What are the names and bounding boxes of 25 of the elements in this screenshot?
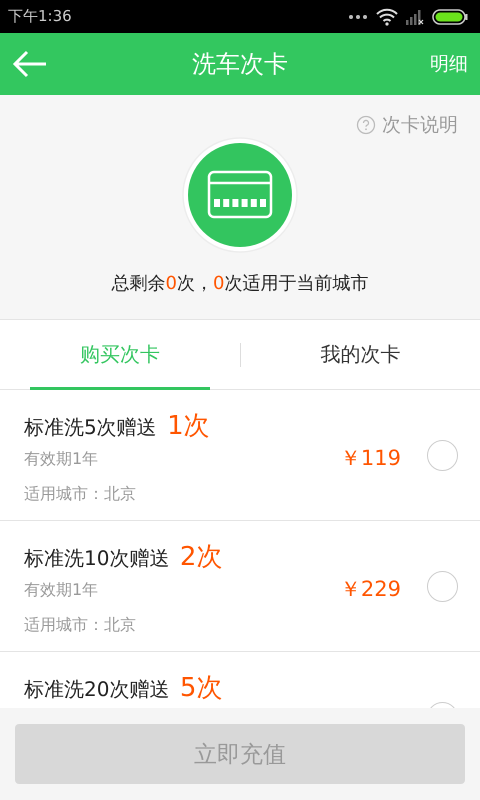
radio-button[interactable]	[427, 571, 458, 602]
card-title: 标准洗5次赠送 1次	[24, 410, 211, 443]
wifi-icon	[376, 8, 398, 26]
page-title: 洗车次卡	[192, 49, 288, 80]
back-arrow-icon	[12, 50, 48, 78]
back-button[interactable]	[12, 50, 48, 78]
card-option[interactable]: 标准洗10次赠送 2次 有效期1年 适用城市：北京 ￥229	[0, 521, 480, 652]
more-icon	[348, 14, 368, 20]
signal-icon	[406, 8, 424, 24]
price-text: ￥119	[340, 445, 401, 472]
radio-button[interactable]	[427, 440, 458, 471]
city-text: 适用城市：北京	[24, 484, 137, 505]
help-icon	[356, 115, 376, 135]
tab[interactable]: 我的次卡	[270, 320, 450, 390]
card-icon	[182, 137, 298, 253]
status-time: 下午1:36	[8, 7, 72, 26]
validity-text: 有效期1年	[24, 449, 100, 470]
card-title: 标准洗20次赠送 5次	[24, 672, 224, 705]
battery-icon	[432, 8, 468, 24]
price-text: ￥229	[340, 576, 401, 603]
validity-text: 有效期1年	[24, 580, 100, 601]
city-text: 适用城市：北京	[24, 615, 137, 636]
card-title: 标准洗10次赠送 2次	[24, 541, 224, 574]
card-option[interactable]: 标准洗5次赠送 1次 有效期1年 适用城市：北京 ￥119	[0, 390, 480, 521]
summary-text: 总剩余0次，0次适用于当前城市	[112, 272, 368, 295]
